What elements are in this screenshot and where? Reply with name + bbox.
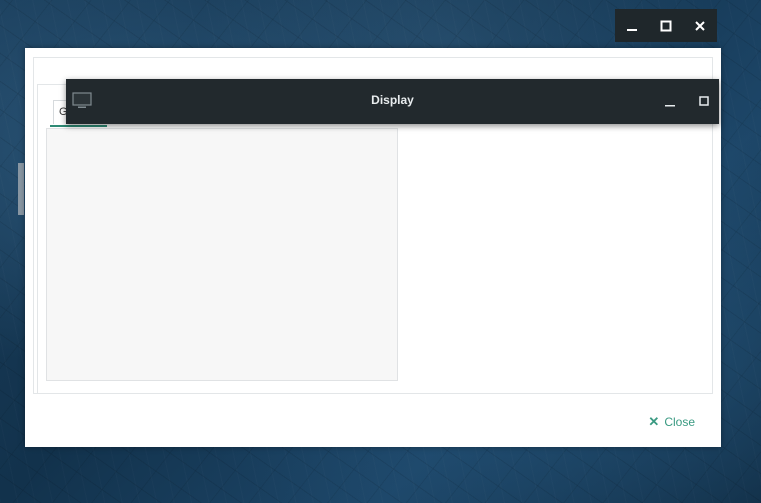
close-x-icon: ✕	[648, 414, 660, 429]
parent-close-button[interactable]	[689, 15, 711, 37]
display-maximize-button[interactable]	[693, 90, 715, 112]
parent-window-controls	[615, 9, 717, 42]
display-window-titlebar[interactable]: Display	[66, 79, 719, 124]
active-tab-indicator	[50, 125, 107, 127]
maximize-icon	[699, 96, 709, 106]
window-title: Display	[371, 93, 414, 107]
close-button[interactable]: ✕ Close	[648, 414, 695, 430]
parent-maximize-button[interactable]	[655, 15, 677, 37]
display-window-controls	[659, 90, 715, 112]
parent-minimize-button[interactable]	[621, 15, 643, 37]
background-window-edge	[18, 163, 24, 215]
maximize-icon	[660, 20, 672, 31]
close-button-label: Close	[664, 415, 695, 429]
minimize-icon	[627, 28, 637, 31]
minimize-icon	[665, 105, 675, 107]
display-minimize-button[interactable]	[659, 90, 681, 112]
close-icon	[695, 20, 705, 31]
left-list-panel[interactable]	[46, 128, 398, 381]
